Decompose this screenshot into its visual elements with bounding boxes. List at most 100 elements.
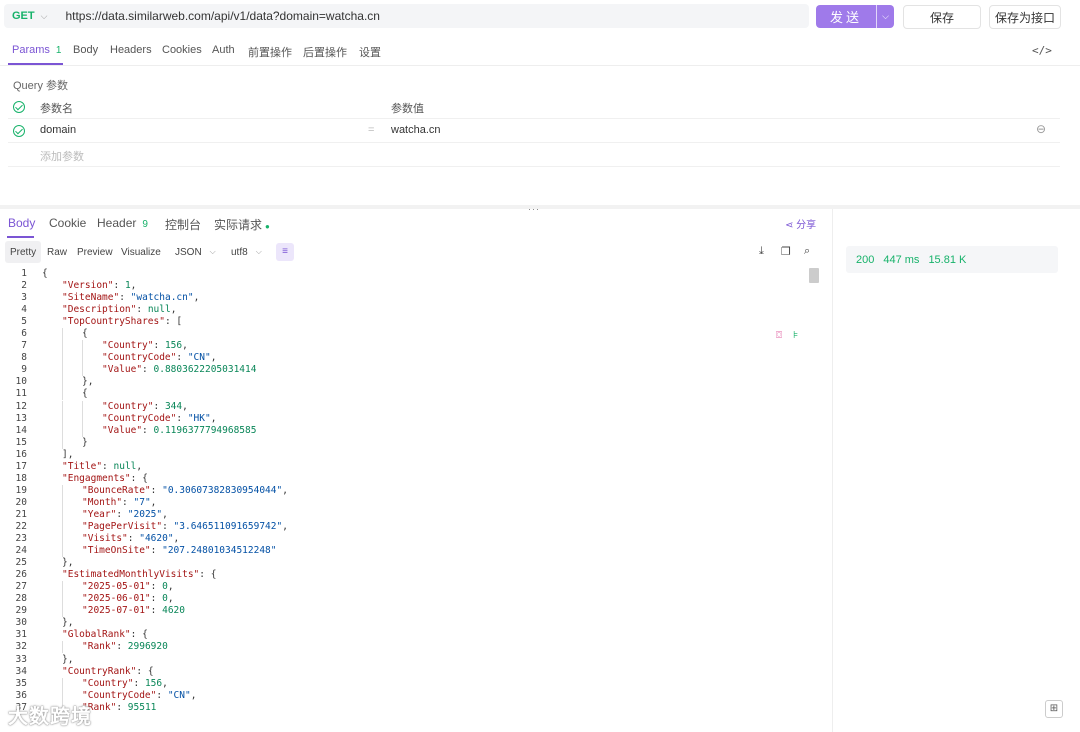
filter-icon[interactable]: ⊧ [793,330,798,341]
code-line: 24 "TimeOnSite": "207.24801034512248" [0,545,810,558]
send-divider [876,5,877,28]
code-text: }, [62,617,74,629]
code-text: "Country": 156, [102,340,188,352]
tab-response-header[interactable]: Header 9 [97,216,148,230]
line-number: 14 [15,424,27,436]
code-line: 29 "2025-07-01": 4620 [0,605,810,618]
copy-icon[interactable]: ❐ [781,245,791,258]
format-raw[interactable]: Raw [42,241,72,263]
format-preview[interactable]: Preview [72,241,118,263]
line-number: 2 [21,280,27,292]
send-button[interactable]: 发送 ⌵ [816,5,894,28]
code-line: 1{ [0,268,810,280]
tab-settings[interactable]: 设置 [359,44,381,60]
code-line: 6{ [0,328,810,341]
format-pretty[interactable]: Pretty [5,241,42,263]
line-number: 27 [15,581,27,593]
code-text: "Title": null, [62,460,143,472]
response-toolbar: Pretty Raw Preview Visualize JSON ⌵ utf8 ⌵… [0,241,832,265]
indent-guide [62,508,63,521]
code-line: 23 "Visits": "4620", [0,533,810,546]
code-text: "SiteName": "watcha.cn", [62,292,200,304]
indent-guide [62,545,63,558]
line-number: 17 [15,460,27,472]
code-text: "Month": "7", [82,496,157,508]
download-icon[interactable]: ⤓ [759,245,764,258]
wrap-lines-icon[interactable]: ≡ [276,243,294,261]
check-circle-icon[interactable] [13,125,25,137]
scrollbar-thumb[interactable] [809,268,819,283]
line-number: 10 [15,376,27,388]
param-name[interactable]: domain [40,124,76,136]
tab-response-cookie[interactable]: Cookie [49,216,86,230]
code-text: "Value": 0.1196377794968585 [102,424,257,436]
equals-icon: = [368,124,375,136]
layout-icon[interactable]: ⊞ [1045,700,1063,718]
send-button-label[interactable]: 发送 [816,7,876,26]
encoding-select[interactable]: utf8 ⌵ [226,241,267,263]
format-select[interactable]: JSON ⌵ [170,241,221,263]
line-number: 18 [15,472,27,484]
param-value[interactable]: watcha.cn [391,124,441,136]
format-visualize[interactable]: Visualize [116,241,166,263]
indent-guide [62,376,63,389]
code-text: "Rank": 2996920 [82,641,168,653]
tab-response-body[interactable]: Body [8,216,35,230]
response-tabs: Body Cookie Header 9 控制台 实际请求 ● [0,210,832,238]
panel-divider [832,209,833,732]
active-tab-indicator [8,63,63,65]
save-button[interactable]: 保存 [903,5,981,29]
code-line: 34 "CountryRank": { [0,666,810,678]
code-line: 28 "2025-06-01": 0, [0,593,810,606]
response-body-viewer[interactable]: 1{2 "Version": 1, 3 "SiteName": "watcha.cn"… [0,268,810,732]
line-number: 23 [15,533,27,545]
code-text: "CountryCode": "HK", [102,412,217,424]
code-line: 7 "Country": 156, [0,340,810,353]
code-line: 11 { [0,388,810,401]
add-param-input[interactable]: 添加参数 [40,148,84,164]
tab-actual-request[interactable]: 实际请求 ● [214,216,270,233]
code-text: "2025-07-01": 4620 [82,605,185,617]
tab-console[interactable]: 控制台 [165,216,201,233]
url-text[interactable]: https://data.similarweb.com/api/v1/data?… [65,9,380,23]
chevron-down-icon[interactable]: ⌵ [41,11,48,22]
remove-circle-icon[interactable]: ⊖ [1036,122,1046,136]
line-number: 5 [21,316,27,328]
params-count-badge: 1 [55,45,62,56]
tab-params[interactable]: Params 1 [12,44,61,56]
share-button[interactable]: ⋖ 分享 [785,216,816,231]
url-input[interactable]: GET ⌵ https://data.similarweb.com/api/v1… [4,4,809,28]
code-text: "Value": 0.8803622205031414 [102,364,257,376]
tab-cookies[interactable]: Cookies [162,44,202,56]
code-text: { [42,268,48,279]
line-number: 13 [15,412,27,424]
tab-headers[interactable]: Headers [110,44,152,56]
line-number: 20 [15,496,27,508]
panel-splitter[interactable] [0,205,1080,209]
line-number: 25 [15,557,27,569]
indent-guide [62,581,63,594]
code-icon[interactable]: </> [1032,44,1052,57]
tab-pre-request[interactable]: 前置操作 [248,44,292,60]
scan-icon[interactable]: ⌼ [776,330,782,341]
indent-guide [82,352,83,365]
save-as-api-button[interactable]: 保存为接口 [989,5,1061,29]
code-line: 16], [0,449,810,461]
response-time: 447 ms [883,253,920,266]
check-circle-icon[interactable] [13,101,25,113]
code-text: "CountryCode": "CN", [82,689,197,701]
line-number: 19 [15,484,27,496]
code-text: }, [82,376,94,388]
search-icon[interactable]: ⌕ [804,245,810,258]
line-number: 9 [21,364,27,376]
response-status: 200 447 ms 15.81 K [846,246,1058,273]
tab-label: Params [12,44,50,56]
chevron-down-icon[interactable]: ⌵ [877,11,894,22]
code-line: 9 "Value": 0.8803622205031414 [0,364,810,377]
method-select[interactable]: GET [12,10,35,22]
indent-guide [82,340,83,353]
tab-auth[interactable]: Auth [212,44,235,56]
tab-post-request[interactable]: 后置操作 [303,44,347,60]
tab-body[interactable]: Body [73,44,98,56]
code-line: 14 "Value": 0.1196377794968585 [0,424,810,437]
